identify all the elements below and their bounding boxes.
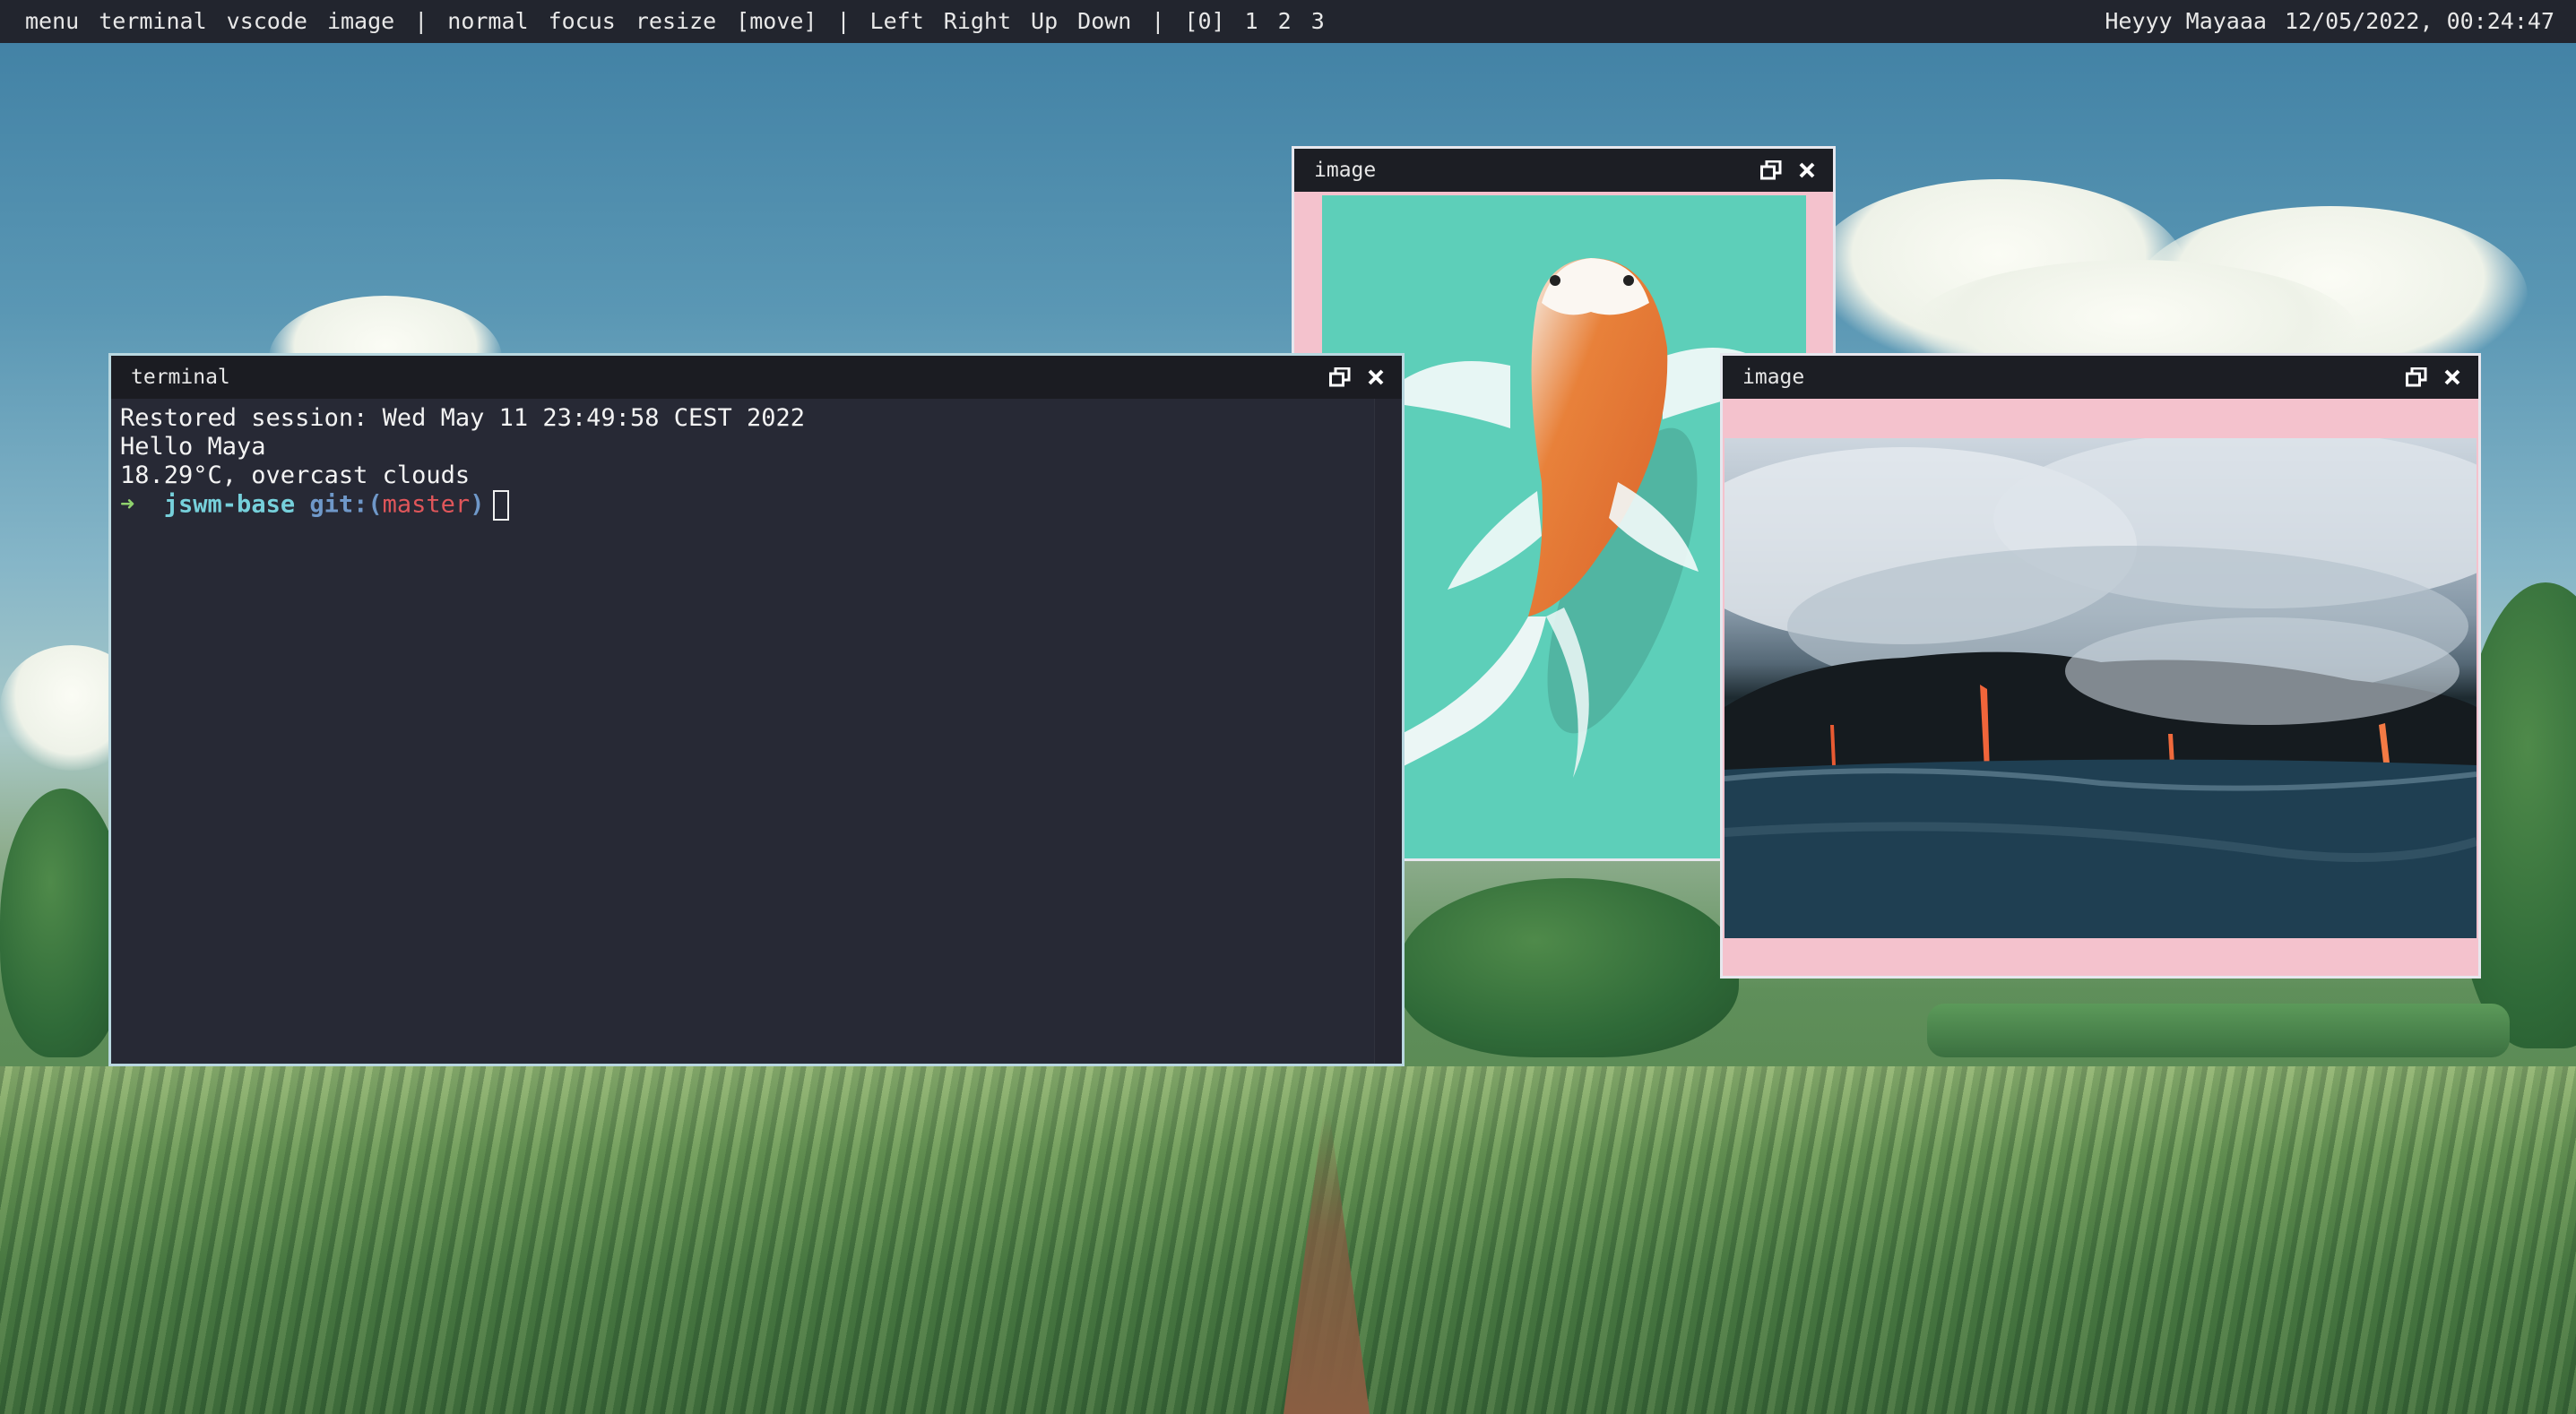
wallpaper-tree <box>0 789 125 1057</box>
window-titlebar[interactable]: image <box>1294 149 1833 192</box>
close-icon[interactable] <box>1362 364 1389 391</box>
clock: 12/05/2022, 00:24:47 <box>2284 8 2554 34</box>
restore-icon[interactable] <box>1327 364 1353 391</box>
topbar-item-image[interactable]: image <box>327 0 394 43</box>
top-bar: menu terminal vscode image | normal focu… <box>0 0 2576 43</box>
wallpaper-hedge <box>1927 1004 2510 1057</box>
terminal-line: Restored session: Wed May 11 23:49:58 CE… <box>120 404 806 432</box>
terminal-window[interactable]: terminal Restored session: Wed May 11 23… <box>108 353 1405 1066</box>
terminal-line: 18.29°C, overcast clouds <box>120 461 471 489</box>
terminal-prompt[interactable]: ➜ jswm-base git:(master) <box>120 490 1393 521</box>
prompt-branch-close: ) <box>470 490 485 519</box>
topbar-item-terminal[interactable]: terminal <box>99 0 206 43</box>
topbar-item-vscode[interactable]: vscode <box>227 0 307 43</box>
restore-icon[interactable] <box>1758 157 1785 184</box>
prompt-arrow-icon: ➜ <box>120 490 135 519</box>
topbar-item-menu[interactable]: menu <box>25 0 79 43</box>
window-titlebar[interactable]: image <box>1723 356 2478 399</box>
prompt-directory: jswm-base <box>163 490 296 519</box>
workspace-2[interactable]: 2 <box>1278 0 1292 43</box>
terminal-output[interactable]: Restored session: Wed May 11 23:49:58 CE… <box>111 399 1402 1064</box>
restore-icon[interactable] <box>2403 364 2430 391</box>
direction-down[interactable]: Down <box>1077 0 1131 43</box>
wallpaper-tree <box>1398 878 1739 1057</box>
mode-move-active[interactable]: [move] <box>736 0 817 43</box>
prompt-branch: master <box>382 490 471 519</box>
mode-normal[interactable]: normal <box>447 0 528 43</box>
terminal-scrollbar[interactable] <box>1374 399 1402 1064</box>
workspace-0-active[interactable]: [0] <box>1184 0 1224 43</box>
greeting-text: Heyyy Mayaaa <box>2105 8 2267 34</box>
window-titlebar[interactable]: terminal <box>111 356 1402 399</box>
topbar-separator: | <box>836 8 851 34</box>
direction-left[interactable]: Left <box>870 0 924 43</box>
workspace-1[interactable]: 1 <box>1245 0 1258 43</box>
close-icon[interactable] <box>1794 157 1820 184</box>
workspace-3[interactable]: 3 <box>1311 0 1325 43</box>
topbar-separator: | <box>1151 8 1165 34</box>
window-title: image <box>1742 366 1805 389</box>
window-title: image <box>1314 159 1377 182</box>
window-title: terminal <box>131 366 230 389</box>
direction-up[interactable]: Up <box>1031 0 1058 43</box>
prompt-branch-open: ( <box>367 490 383 519</box>
lava-ocean-image <box>1725 438 2477 938</box>
prompt-git-label: git: <box>309 490 368 519</box>
image-window-lava[interactable]: image <box>1720 353 2481 979</box>
terminal-line: Hello Maya <box>120 433 266 461</box>
topbar-status: Heyyy Mayaaa 12/05/2022, 00:24:47 <box>2087 0 2576 43</box>
topbar-menu: menu terminal vscode image | normal focu… <box>0 0 1344 43</box>
wallpaper-field <box>0 1066 2576 1414</box>
mode-focus[interactable]: focus <box>549 0 616 43</box>
terminal-cursor <box>493 490 510 521</box>
topbar-separator: | <box>414 8 428 34</box>
direction-right[interactable]: Right <box>944 0 1011 43</box>
close-icon[interactable] <box>2439 364 2466 391</box>
mode-resize[interactable]: resize <box>635 0 716 43</box>
